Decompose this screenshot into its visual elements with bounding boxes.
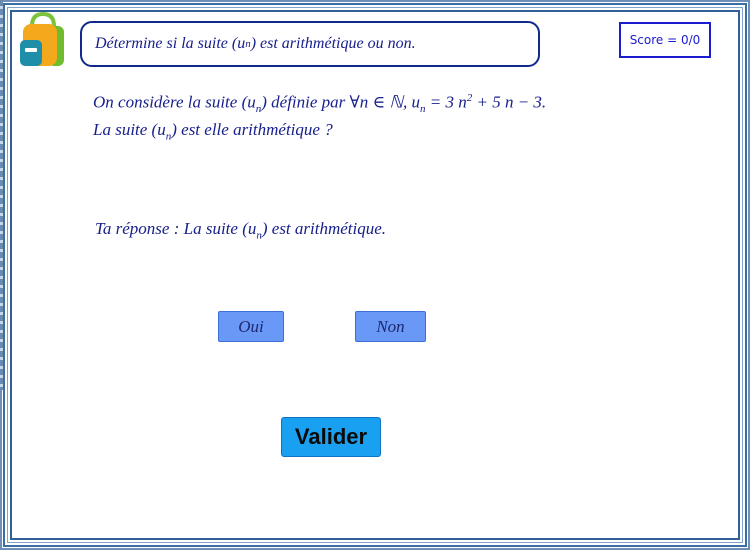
non-button[interactable]: Non — [355, 311, 426, 342]
oui-button[interactable]: Oui — [218, 311, 284, 342]
validate-button[interactable]: Valider — [281, 417, 381, 457]
q2-part-b: ) est elle arithmétique ? — [171, 120, 333, 139]
question-line-1: On considère la suite (un) définie par ∀… — [93, 92, 546, 115]
score-display: Score = 0/0 — [619, 22, 711, 58]
q2-part-a: La suite (u — [93, 120, 166, 139]
answer-tail: ) est arithmétique. — [261, 219, 387, 238]
title-text: Détermine si la suite (u — [95, 35, 246, 52]
q1-part-b: ) définie par ∀n ∈ ℕ, u — [261, 92, 420, 112]
question-line-2: La suite (un) est elle arithmétique ? — [93, 120, 333, 142]
q1-part-d: + 5 n − 3. — [472, 92, 547, 112]
exercise-title: Détermine si la suite (u n) est arithméti… — [80, 21, 540, 67]
q1-part-a: On considère la suite (u — [93, 92, 256, 112]
q1-part-c: = 3 n — [425, 92, 467, 112]
left-edge-strip — [0, 0, 3, 390]
backpack-icon — [20, 12, 64, 66]
title-tail: ) est arithmétique ou non. — [250, 35, 416, 52]
answer-prefix: Ta réponse : La suite (u — [95, 219, 257, 238]
answer-line: Ta réponse : La suite (un) est arithméti… — [95, 219, 386, 241]
inner-frame — [10, 10, 740, 540]
